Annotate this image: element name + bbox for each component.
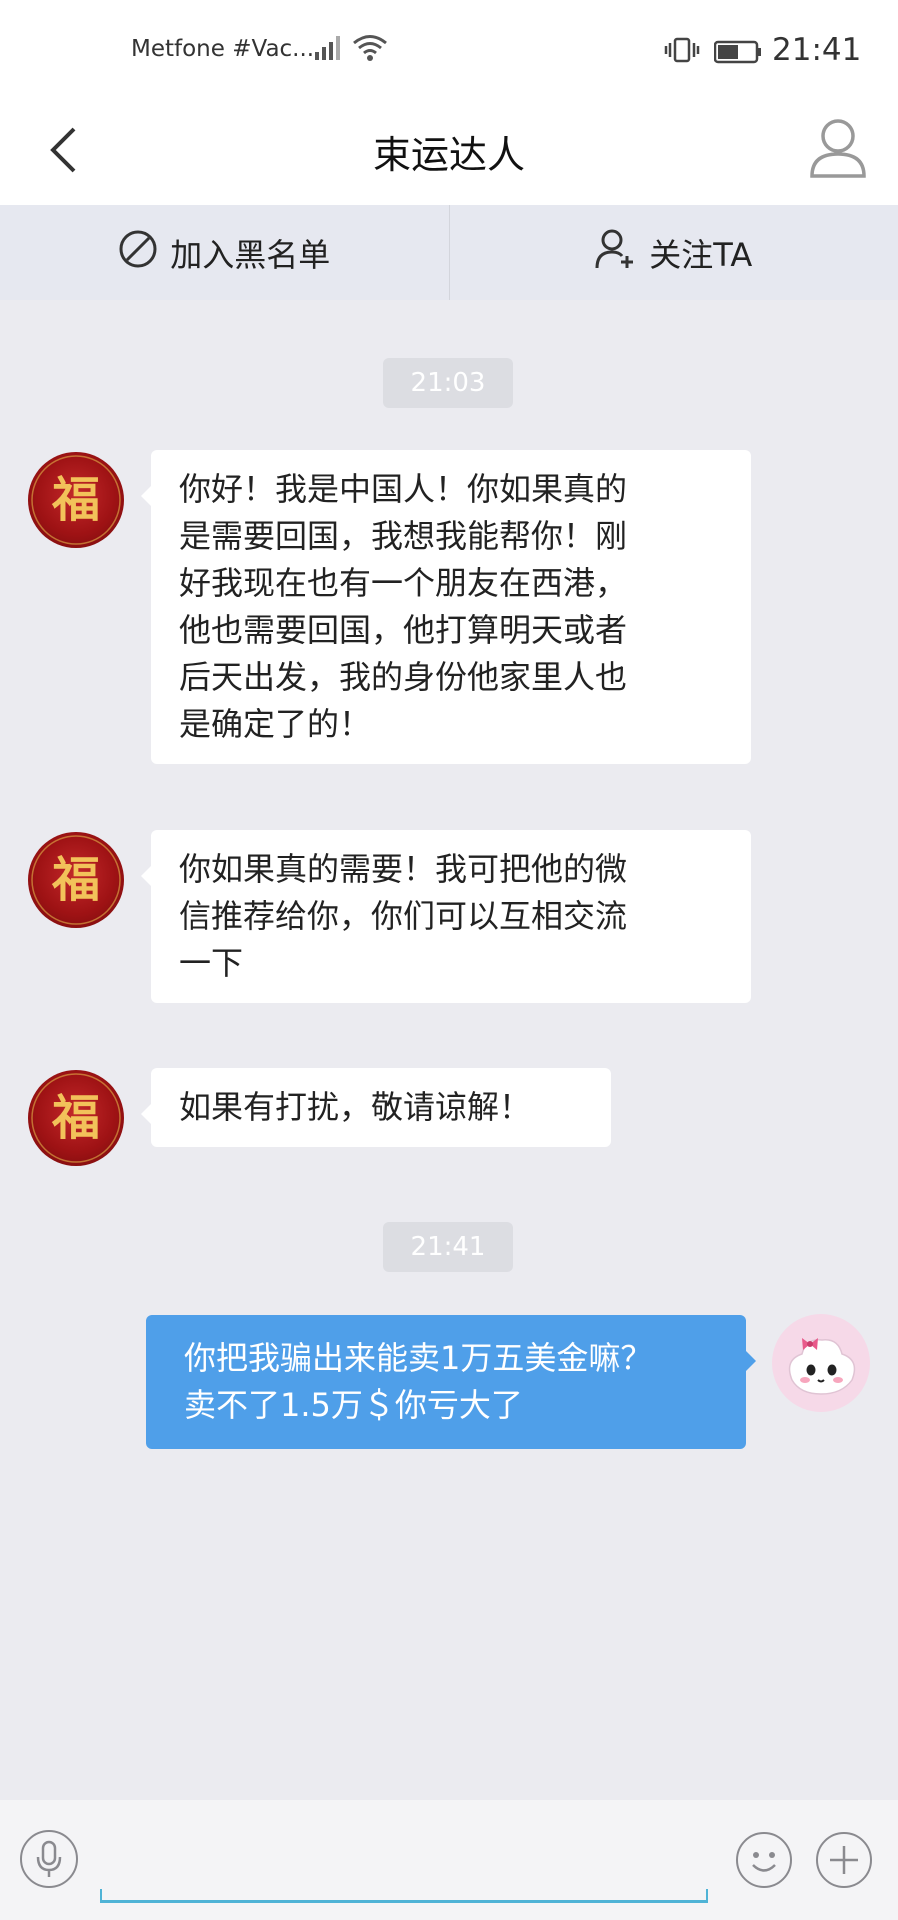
avatar-glyph: 福 — [51, 472, 100, 528]
message-bubble-incoming[interactable]: 如果有打扰，敬请谅解！ — [141, 1068, 611, 1147]
blacklist-label: 加入黑名单 — [170, 235, 331, 274]
status-time: 21:41 — [772, 32, 862, 68]
message-bubble-outgoing[interactable]: 你把我骗出来能卖1万五美金嘛？ 卖不了1.5万＄你亏大了 — [146, 1315, 756, 1449]
message-line: 如果有打扰，敬请谅解！ — [179, 1088, 532, 1126]
my-avatar[interactable] — [772, 1314, 870, 1412]
message-line: 你把我骗出来能卖1万五美金嘛？ — [184, 1339, 653, 1377]
wifi-icon — [352, 34, 388, 66]
status-bar: Metfone #Vac... 21:41 — [0, 0, 898, 100]
nav-bar: 束运达人 — [0, 100, 898, 205]
message-bubble-incoming[interactable]: 你如果真的需要！我可把他的微 信推荐给你，你们可以互相交流 一下 — [141, 830, 751, 1003]
message-bubble-incoming[interactable]: 你好！我是中国人！你如果真的 是需要回国，我想我能帮你！刚 好我现在也有一个朋友… — [141, 450, 751, 764]
message-line: 后天出发，我的身份他家里人也 — [179, 658, 628, 696]
chat-area[interactable]: 21:03 福 你好！我是中国人！你如果真的 是需要回国，我想我能帮你！刚 好我… — [0, 300, 898, 1800]
plus-icon[interactable] — [816, 1832, 872, 1888]
message-line: 他也需要回国，他打算明天或者 — [179, 611, 628, 649]
carrier-label: Metfone #Vac... — [131, 36, 315, 62]
message-line: 是需要回国，我想我能帮你！刚 — [179, 517, 628, 555]
follow-button[interactable]: 关注TA — [450, 205, 898, 300]
signal-icon — [314, 32, 342, 66]
avatar-glyph: 福 — [51, 852, 100, 908]
sender-avatar[interactable]: 福 — [28, 832, 124, 928]
timestamp: 21:41 — [383, 1222, 513, 1272]
input-bar — [0, 1800, 898, 1920]
page-title: 束运达人 — [372, 133, 525, 177]
sender-avatar[interactable]: 福 — [28, 452, 124, 548]
message-line: 卖不了1.5万＄你亏大了 — [184, 1386, 523, 1424]
message-line: 信推荐给你，你们可以互相交流 — [179, 897, 628, 935]
vibrate-icon — [664, 36, 700, 68]
mic-icon[interactable] — [20, 1830, 78, 1888]
add-user-icon — [595, 228, 637, 278]
timestamp: 21:03 — [383, 358, 513, 408]
block-icon — [118, 229, 158, 277]
action-bar: 加入黑名单 关注TA — [0, 205, 898, 300]
avatar-glyph: 福 — [51, 1090, 100, 1146]
message-line: 你好！我是中国人！你如果真的 — [179, 470, 628, 508]
message-line: 是确定了的！ — [179, 705, 372, 743]
emoji-icon[interactable] — [736, 1832, 792, 1888]
follow-label: 关注TA — [649, 235, 753, 274]
profile-icon[interactable] — [808, 116, 868, 180]
message-line: 一下 — [179, 944, 244, 982]
battery-icon — [713, 40, 762, 68]
message-line: 你如果真的需要！我可把他的微 — [179, 850, 628, 888]
blacklist-button[interactable]: 加入黑名单 — [0, 205, 449, 300]
message-input[interactable] — [100, 1820, 708, 1903]
sender-avatar[interactable]: 福 — [28, 1070, 124, 1166]
message-line: 好我现在也有一个朋友在西港， — [179, 564, 628, 602]
